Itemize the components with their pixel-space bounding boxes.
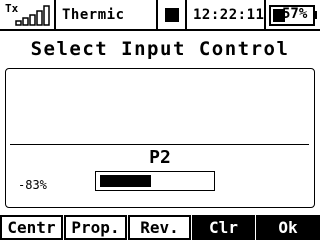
battery-percent: 57% <box>282 6 308 22</box>
panel-divider <box>10 144 309 145</box>
page-title: Select Input Control <box>30 38 290 60</box>
prop-button[interactable]: Prop. <box>64 215 127 240</box>
status-bar: Tx Thermic 12:22:11 57% <box>0 0 320 31</box>
ok-button[interactable]: Ok <box>256 215 320 240</box>
centr-button[interactable]: Centr <box>0 215 63 240</box>
input-level-fill <box>100 175 151 187</box>
clr-button[interactable]: Clr <box>192 215 255 240</box>
clock: 12:22:11 <box>193 7 265 23</box>
signal-strength-icon <box>15 5 50 26</box>
input-value: -83% <box>18 178 47 192</box>
battery-tip <box>313 11 317 19</box>
timer-stop-icon <box>165 8 179 22</box>
status-separator <box>156 0 158 31</box>
status-separator <box>185 0 187 31</box>
model-name: Thermic <box>62 7 125 23</box>
status-separator <box>54 0 56 31</box>
rev-button[interactable]: Rev. <box>128 215 191 240</box>
input-level-bar <box>95 171 215 191</box>
input-control-name: P2 <box>149 147 171 168</box>
status-separator <box>264 0 266 31</box>
